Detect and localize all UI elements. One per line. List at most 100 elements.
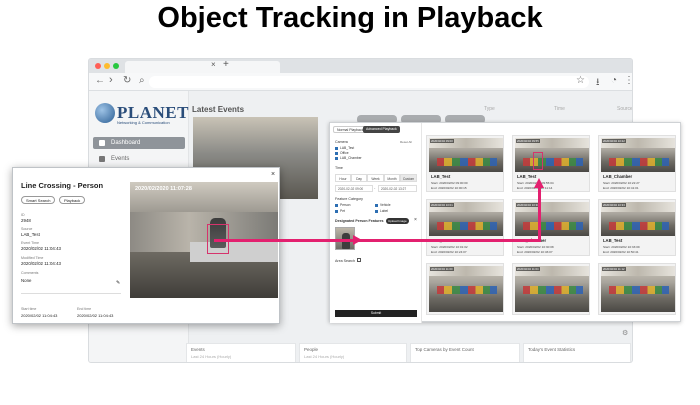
result-start: Start: 2020/02/02 10:30:08: [517, 245, 554, 249]
download-icon[interactable]: ⭳: [596, 75, 600, 92]
minimize-window-dot[interactable]: [104, 63, 110, 69]
clear-icon[interactable]: ×: [414, 217, 417, 223]
result-thumbnail: [601, 266, 675, 312]
star-icon[interactable]: ☆: [576, 75, 585, 86]
close-icon[interactable]: ×: [271, 171, 275, 178]
end-time-value: 2020/02/02 11:04:43: [77, 313, 114, 318]
result-end: End: 2020/02/02 10:50:41: [603, 250, 639, 254]
address-bar: ← › ↻ ⌕ ☆ ⭳ ◔ ⋮: [89, 73, 632, 92]
result-card[interactable]: 2020/02/02 09:00 LAB_Test Start: 2020/02…: [426, 135, 504, 192]
advanced-playback-panel: Normal Playback Advanced Playback Camera…: [329, 122, 681, 323]
camera-label: Camera: [335, 140, 348, 144]
menu-icon[interactable]: ⋮: [624, 75, 632, 86]
forward-icon[interactable]: ›: [109, 74, 113, 86]
edit-icon[interactable]: ✎: [116, 280, 120, 286]
divider: [21, 293, 121, 294]
result-card[interactable]: 2020/02/02 11:04: [512, 263, 590, 315]
latest-events-title: Latest Events: [192, 105, 245, 114]
field-value-id: 2948: [21, 218, 31, 223]
feature-checkbox-person[interactable]: Person: [335, 203, 350, 207]
card-subtitle: Last 24 Hours (Hourly): [304, 354, 345, 359]
result-timestamp: 2020/02/02 10:30: [516, 203, 540, 207]
submit-button[interactable]: Submit: [335, 310, 417, 317]
events-icon: [99, 156, 105, 162]
browser-tab[interactable]: [125, 61, 280, 73]
date-range-separator: -: [374, 185, 376, 190]
result-card[interactable]: 2020/02/02 09:55 LAB_Test Start: 2020/02…: [512, 135, 590, 192]
start-time-label: Start time: [21, 307, 37, 311]
settings-icon[interactable]: ⚙: [622, 329, 628, 337]
result-card[interactable]: 2020/02/02 10:33 LAB_Test Start: 2020/02…: [598, 199, 676, 256]
result-end: End: 2020/02/02 10:24:07: [431, 250, 467, 254]
result-thumbnail: [601, 138, 675, 172]
start-date-input[interactable]: 2020-02-02 09:00: [335, 185, 373, 192]
field-value-event-time: 2020/02/02 11:04:43: [21, 246, 61, 251]
reset-all-link[interactable]: Reset All: [400, 140, 412, 144]
result-start: Start: 2020/02/02 10:33:09: [603, 245, 640, 249]
camera-checkbox-lab-test[interactable]: LAB_Test: [335, 146, 354, 150]
maximize-window-dot[interactable]: [113, 63, 119, 69]
annotation-arrow-head: [534, 178, 544, 188]
end-date-input[interactable]: 2020-02-02 13:27: [378, 185, 417, 192]
feature-checkbox-label[interactable]: Label: [375, 209, 388, 213]
browser-tab-bar: × +: [89, 59, 632, 73]
upload-image-button[interactable]: Upload Image: [386, 218, 409, 224]
result-timestamp: 2020/02/02 10:33: [602, 203, 626, 207]
result-start: Start: 2020/02/02 10:22:27: [603, 181, 640, 185]
new-tab-icon[interactable]: +: [223, 59, 229, 70]
column-header-type: Type: [484, 106, 495, 112]
result-card[interactable]: 2020/02/02 11:12: [598, 263, 676, 315]
planet-logo: PLANET Networking & Communication: [95, 99, 188, 129]
feature-category-label: Feature Category: [335, 197, 363, 201]
end-time-label: End time: [77, 307, 92, 311]
result-card[interactable]: 2020/02/02 10:01 LAB_Test Start: 2020/02…: [426, 199, 504, 256]
result-thumbnail: [429, 202, 503, 236]
result-timestamp: 2020/02/02 10:22: [602, 139, 626, 143]
tab-close-icon[interactable]: ×: [211, 60, 216, 69]
back-icon[interactable]: ←: [95, 75, 105, 86]
column-header-source: Source: [617, 106, 633, 112]
time-seg-week[interactable]: Week: [367, 174, 384, 182]
sidebar-item-dashboard[interactable]: Dashboard: [93, 137, 185, 149]
playback-filter-panel: Normal Playback Advanced Playback Camera…: [330, 123, 422, 323]
field-label: Source: [21, 227, 33, 231]
profile-icon[interactable]: ◔: [611, 75, 617, 86]
time-seg-hour[interactable]: Hour: [335, 174, 351, 182]
result-card[interactable]: 2020/02/02 10:22 LAB_Chamber Start: 2020…: [598, 135, 676, 192]
sidebar-item-label: Events: [111, 156, 130, 162]
card-title: Today's Event Statistics: [528, 347, 576, 352]
field-label: Comments: [21, 271, 39, 275]
result-end: End: 2020/02/02 10:46:07: [517, 250, 553, 254]
time-seg-month[interactable]: Month: [384, 174, 400, 182]
result-thumbnail: [429, 266, 503, 312]
field-value-source: LAB_Test: [21, 232, 40, 237]
start-time-value: 2020/02/02 11:04:43: [21, 313, 58, 318]
globe-logo-icon: [95, 103, 115, 123]
area-search-icon[interactable]: [357, 258, 361, 262]
close-window-dot[interactable]: [95, 63, 101, 69]
time-seg-day[interactable]: Day: [351, 174, 367, 182]
result-card[interactable]: 2020/02/02 11:00: [426, 263, 504, 315]
result-timestamp: 2020/02/02 09:55: [516, 139, 540, 143]
video-timestamp: 2020/02/2020 11:07:28: [135, 186, 192, 192]
sidebar-item-events[interactable]: Events: [93, 153, 185, 165]
result-camera-name: LAB_Test: [603, 238, 623, 243]
tab-advanced-playback[interactable]: Advanced Playback: [363, 126, 400, 133]
playback-button[interactable]: Playback: [59, 196, 86, 204]
results-grid: 2020/02/02 09:00 LAB_Test Start: 2020/02…: [426, 129, 680, 321]
feature-checkbox-pet[interactable]: Pet: [335, 209, 345, 213]
sidebar-item-label: Dashboard: [111, 140, 141, 146]
annotation-arrow-line: [538, 187, 541, 242]
smart-search-button[interactable]: Smart Search: [21, 196, 56, 204]
area-search-label: Area Search: [335, 259, 355, 263]
field-value-modified-time: 2020/02/02 11:04:43: [21, 261, 61, 266]
url-input[interactable]: [149, 76, 589, 88]
feature-checkbox-vehicle[interactable]: Vehicle: [375, 203, 391, 207]
result-timestamp: 2020/02/02 09:00: [430, 139, 454, 143]
camera-checkbox-lab-chamber[interactable]: LAB_Chamber: [335, 156, 362, 160]
result-card[interactable]: 2020/02/02 10:30 LAB_Chamber Start: 2020…: [512, 199, 590, 256]
reload-icon[interactable]: ↻: [123, 75, 131, 86]
camera-checkbox-office[interactable]: Office: [335, 151, 349, 155]
result-timestamp: 2020/02/02 11:04: [516, 267, 540, 271]
time-seg-custom[interactable]: Custom: [400, 174, 417, 182]
